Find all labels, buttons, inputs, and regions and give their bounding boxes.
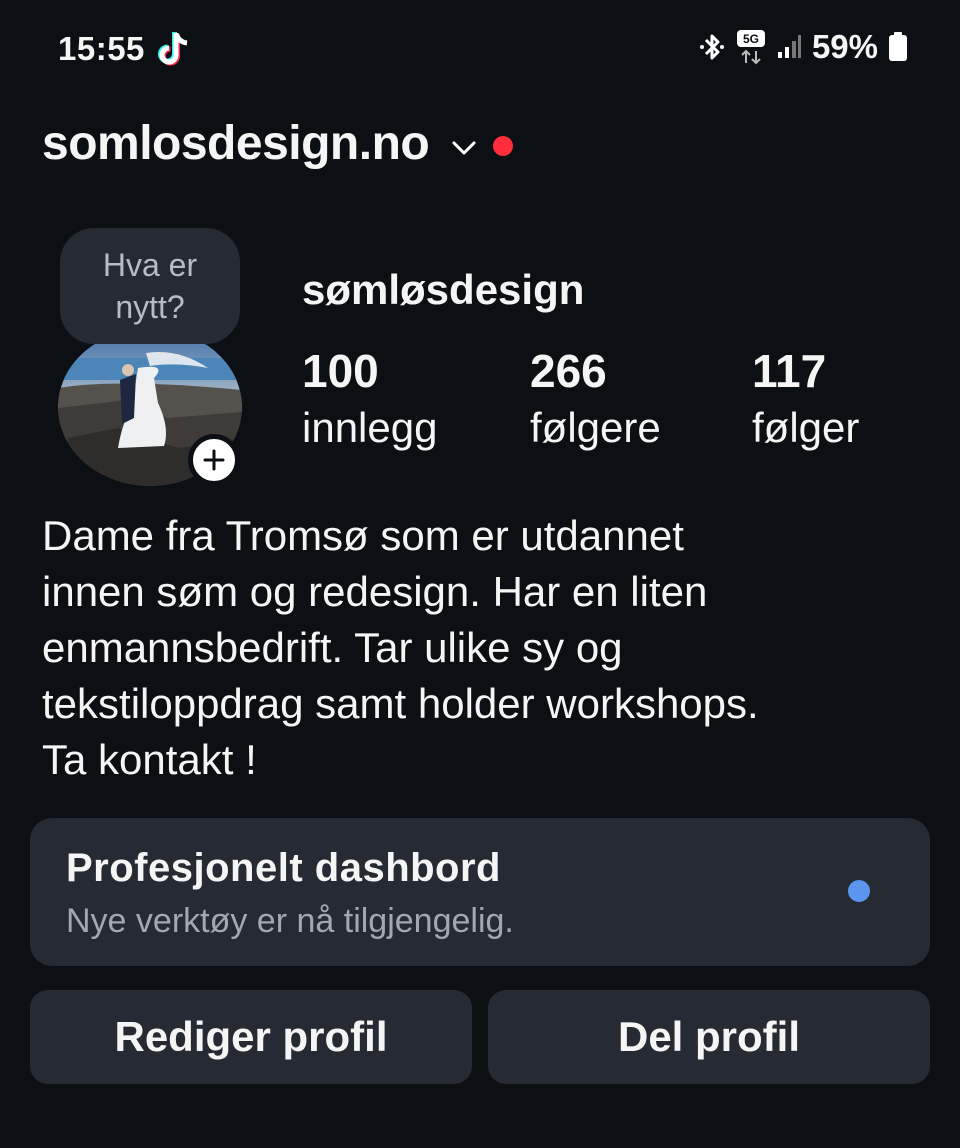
posts-label: innlegg: [302, 404, 438, 451]
signal-icon: [777, 35, 801, 58]
bluetooth-icon: [699, 34, 724, 60]
dashboard-new-dot: [848, 880, 870, 902]
chevron-down-icon[interactable]: [449, 133, 479, 163]
edit-profile-button[interactable]: Rediger profil: [30, 990, 472, 1084]
account-name: somlosdesign.no: [42, 117, 430, 170]
note-line-2: nytt?: [115, 289, 185, 325]
bio-line: Ta kontakt !: [42, 736, 257, 783]
account-switcher[interactable]: somlosdesign.no: [42, 116, 514, 171]
notification-dot: [493, 135, 514, 156]
bio-line: tekstiloppdrag samt holder workshops.: [42, 680, 759, 727]
plus-icon: [203, 449, 225, 471]
note-line-1: Hva er: [102, 247, 198, 283]
display-name: sømløsdesign: [302, 266, 585, 313]
status-time: 15:55: [58, 30, 145, 67]
tiktok-icon: [158, 32, 188, 66]
followers-count: 266: [530, 345, 607, 397]
following-label: følger: [752, 404, 860, 451]
bio-line: innen søm og redesign. Har en liten: [42, 568, 708, 615]
professional-dashboard-card[interactable]: Profesjonelt dashbord Nye verktøy er nå …: [30, 818, 930, 966]
dashboard-title: Profesjonelt dashbord: [66, 846, 501, 890]
bio-line: Dame fra Tromsø som er utdannet: [42, 512, 684, 559]
status-icons: 5G 59%: [698, 28, 908, 66]
status-bar: 15:55 5G 59%: [0, 26, 960, 74]
battery-percent: 59%: [811, 28, 878, 65]
posts-count: 100: [302, 345, 379, 397]
profile-bio: Dame fra Tromsø som er utdannet innen sø…: [42, 508, 922, 788]
battery-icon: [889, 32, 907, 61]
svg-text:5G: 5G: [743, 32, 759, 46]
stat-posts[interactable]: 100 innlegg: [302, 344, 437, 458]
stat-following[interactable]: 117 følger: [752, 344, 859, 458]
dashboard-subtitle: Nye verktøy er nå tilgjengelig.: [66, 902, 514, 940]
following-count: 117: [752, 345, 827, 397]
share-profile-button[interactable]: Del profil: [488, 990, 930, 1084]
note-bubble[interactable]: Hva er nytt?: [60, 228, 240, 344]
bio-line: enmannsbedrift. Tar ulike sy og: [42, 624, 623, 671]
add-story-button[interactable]: [188, 434, 240, 486]
stat-followers[interactable]: 266 følgere: [530, 344, 661, 458]
5g-icon: 5G: [736, 30, 765, 65]
profile-screen: 15:55 5G 59% somlosdesign.no Hva er nytt…: [0, 0, 960, 1148]
followers-label: følgere: [530, 404, 661, 451]
